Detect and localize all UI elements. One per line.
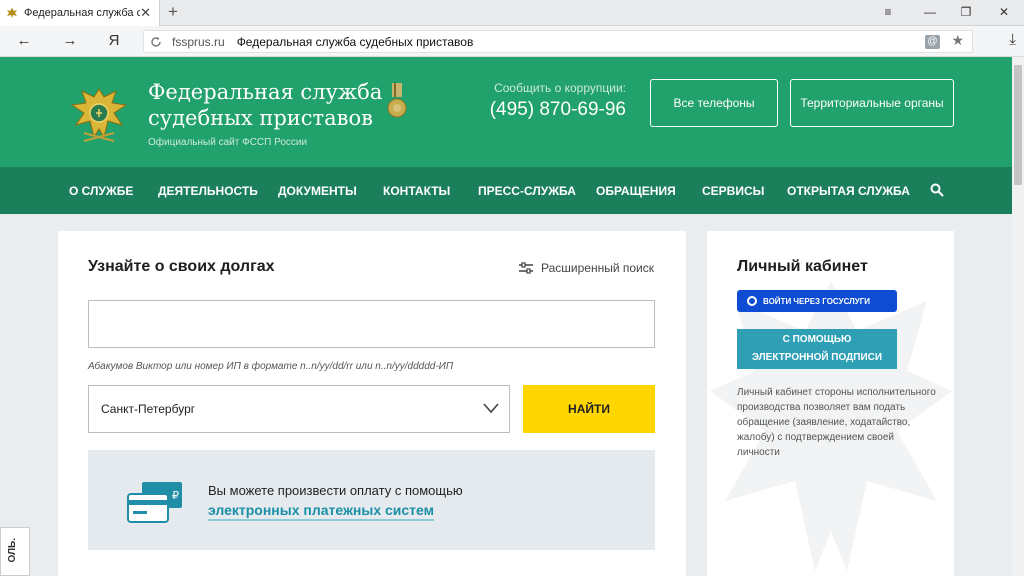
medal-icon [387, 83, 407, 118]
menu-item-appeals[interactable]: ОБРАЩЕНИЯ [596, 184, 676, 198]
menu-item-press[interactable]: ПРЕСС-СЛУЖБА [478, 184, 576, 198]
advanced-search-label: Расширенный поиск [541, 261, 654, 275]
address-domain: fssprus.ru [172, 34, 225, 49]
browser-nav-bar: ← → Я fssprus.ru Федеральная служба суде… [0, 26, 1024, 57]
all-phones-button[interactable]: Все телефоны [650, 79, 778, 127]
chevron-down-icon [483, 403, 499, 414]
payment-info-block: ₽ Вы можете произвести оплату с помощью … [88, 450, 655, 550]
menu-item-services[interactable]: СЕРВИСЫ [702, 184, 764, 198]
minimize-icon[interactable]: — [922, 4, 938, 20]
debt-search-card: Узнайте о своих долгах Расширенный поиск… [58, 231, 686, 576]
menu-item-about[interactable]: О СЛУЖБЕ [69, 184, 133, 198]
tab-close-icon[interactable]: ✕ [140, 5, 151, 21]
reload-icon[interactable] [150, 36, 162, 48]
new-tab-icon[interactable]: + [164, 2, 182, 22]
address-badge-icon[interactable]: @ [925, 35, 940, 49]
gosuslugi-login-button[interactable]: ВОЙТИ ЧЕРЕЗ ГОСУСЛУГИ [737, 290, 897, 312]
forward-icon[interactable]: → [60, 32, 80, 50]
debt-search-title: Узнайте о своих долгах [88, 258, 275, 275]
yandex-icon[interactable]: Я [104, 32, 124, 50]
search-hint: Абакумов Виктор или номер ИП в формате n… [88, 361, 454, 372]
tab-title: Федеральная служба суд [24, 7, 140, 19]
browser-tab-bar: Федеральная служба суд ✕ + ≡ — ❐ ✕ [0, 0, 1024, 26]
menu-item-open-service[interactable]: ОТКРЫТАЯ СЛУЖБА [787, 184, 910, 198]
find-button[interactable]: НАЙТИ [523, 385, 655, 433]
personal-cabinet-description: Личный кабинет стороны исполнительного п… [737, 387, 936, 458]
debtor-search-input[interactable] [88, 300, 655, 348]
territorial-bodies-button[interactable]: Территориальные органы [790, 79, 954, 127]
main-menu: О СЛУЖБЕ ДЕЯТЕЛЬНОСТЬ ДОКУМЕНТЫ КОНТАКТЫ… [0, 167, 1012, 214]
corruption-label: Сообщить о коррупции: [494, 81, 626, 95]
personal-cabinet-title: Личный кабинет [737, 258, 868, 275]
site-subtitle: Официальный сайт ФССП России [148, 137, 308, 148]
digital-signature-label-1: С ПОМОЩЬЮ [782, 334, 852, 345]
gosuslugi-label: ВОЙТИ ЧЕРЕЗ ГОСУСЛУГИ [763, 296, 871, 306]
feedback-tab[interactable]: ОЛЬ. [0, 527, 30, 576]
menu-item-contacts[interactable]: КОНТАКТЫ [383, 184, 450, 198]
payment-card-icon: ₽ [127, 482, 182, 523]
restore-icon[interactable]: ❐ [958, 4, 974, 20]
browser-tab[interactable]: Федеральная служба суд ✕ [0, 0, 160, 26]
sliders-icon [519, 262, 533, 274]
address-page-title: Федеральная служба судебных приставов [236, 34, 474, 49]
payment-systems-link[interactable]: электронных платежных систем [208, 502, 434, 521]
fssp-emblem-logo[interactable] [70, 83, 128, 145]
close-window-icon[interactable]: ✕ [996, 4, 1012, 20]
digital-signature-button[interactable]: С ПОМОЩЬЮ ЭЛЕКТРОННОЙ ПОДПИСИ [737, 329, 897, 369]
gosuslugi-icon [747, 296, 757, 306]
ruble-sign: ₽ [172, 489, 179, 502]
download-icon[interactable]: ⤓ [1009, 31, 1016, 48]
browser-menu-icon[interactable]: ≡ [880, 4, 896, 20]
page-scrollbar[interactable] [1012, 57, 1024, 576]
back-icon[interactable]: ← [14, 32, 34, 50]
bookmark-star-icon[interactable]: ★ [951, 32, 964, 49]
address-bar[interactable]: fssprus.ru Федеральная служба судебных п… [143, 30, 973, 53]
emblem-favicon-icon [7, 8, 17, 18]
scrollbar-thumb[interactable] [1014, 65, 1022, 185]
feedback-label: ОЛЬ. [7, 538, 18, 563]
advanced-search-link[interactable]: Расширенный поиск [519, 261, 654, 275]
site-title[interactable]: Федеральная служба судебных приставов [148, 79, 388, 131]
region-select[interactable]: Санкт-Петербург [88, 385, 510, 433]
payment-text: Вы можете произвести оплату с помощью [208, 483, 463, 498]
menu-item-documents[interactable]: ДОКУМЕНТЫ [278, 184, 357, 198]
site-header: Федеральная служба судебных приставов Оф… [0, 57, 1012, 167]
menu-item-activity[interactable]: ДЕЯТЕЛЬНОСТЬ [158, 184, 258, 198]
search-icon[interactable] [930, 183, 944, 197]
digital-signature-label-2: ЭЛЕКТРОННОЙ ПОДПИСИ [751, 352, 883, 363]
region-select-value: Санкт-Петербург [101, 402, 196, 416]
corruption-phone[interactable]: (495) 870-69-96 [470, 99, 626, 121]
personal-cabinet-card: Личный кабинет ВОЙТИ ЧЕРЕЗ ГОСУСЛУГИ С П… [707, 231, 954, 576]
